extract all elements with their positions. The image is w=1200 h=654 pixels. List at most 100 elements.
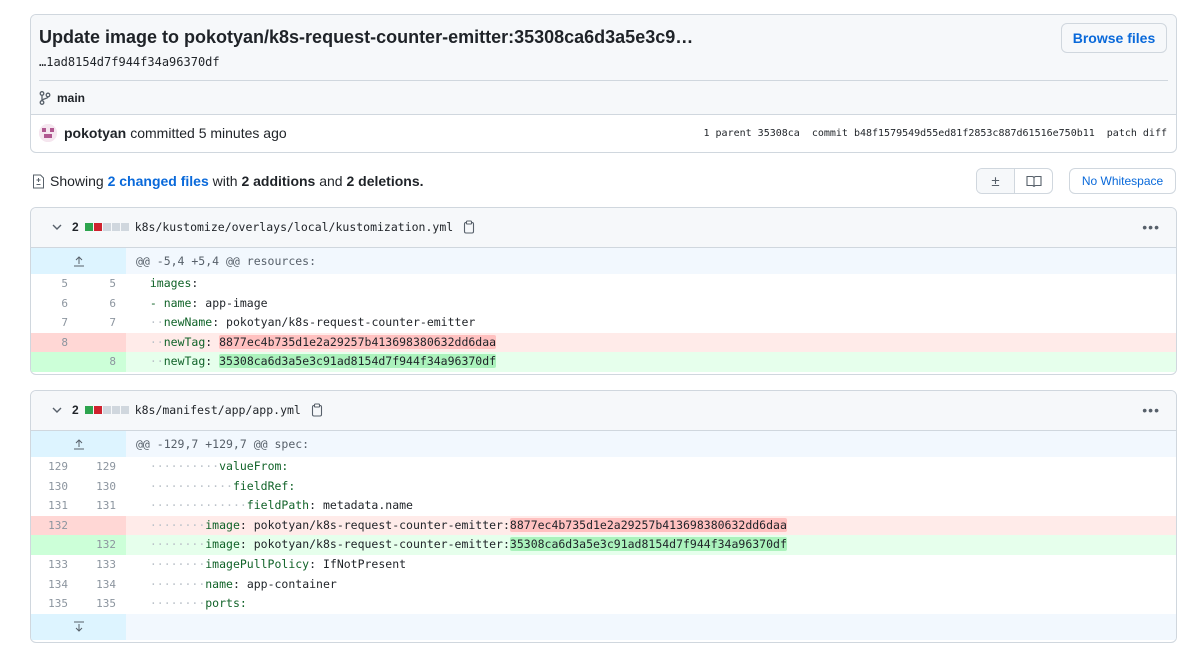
line-number-old[interactable]: 8	[31, 332, 78, 353]
diff-line-deletion: 8 ··newTag: 8877ec4b735d1e2a29257b413698…	[31, 332, 1176, 353]
copy-icon[interactable]	[463, 220, 475, 234]
yaml-key: image	[205, 517, 240, 532]
line-number-old[interactable]	[31, 535, 78, 555]
line-number-old[interactable]: 131	[31, 496, 78, 516]
line-code: ········name: app-container	[149, 576, 337, 591]
diff-line: 7 7 ··newName: pokotyan/k8s-request-coun…	[31, 313, 1176, 333]
patch-diff-link[interactable]: patch diff	[1107, 128, 1167, 139]
summary-showing: Showing	[50, 173, 104, 189]
diff-line-deletion: 132 ········image: pokotyan/k8s-request-…	[31, 515, 1176, 536]
line-number-old[interactable]: 130	[31, 477, 78, 497]
file-diff: 2 k8s/manifest/app/app.yml ••• @@ -129,7…	[30, 390, 1177, 643]
line-code: ········image: pokotyan/k8s-request-coun…	[126, 535, 1176, 555]
diff-line-addition: 132 ········image: pokotyan/k8s-request-…	[31, 535, 1176, 555]
yaml-value: 35308ca6d3a5e3c91ad8154d7f944f34a96370df	[219, 354, 497, 369]
book-split-icon[interactable]	[1015, 169, 1052, 193]
commit-sha: commit b48f1579549d55ed81f2853c887d61516…	[811, 128, 1095, 139]
line-number-new[interactable]: 130	[78, 477, 126, 497]
yaml-key: newTag	[163, 334, 206, 349]
hunk-header: @@ -5,4 +5,4 @@ resources:	[31, 248, 1176, 274]
line-number-old[interactable]: 5	[31, 274, 78, 294]
diff-line: 134 134 ········name: app-container	[31, 575, 1176, 595]
line-number-old[interactable]	[31, 352, 78, 372]
parent-link[interactable]: 1 parent 35308ca	[703, 128, 799, 139]
expand-up-icon[interactable]	[31, 248, 126, 274]
yaml-key: newName	[163, 315, 213, 330]
branch-label[interactable]: main	[39, 91, 85, 105]
line-number-new[interactable]: 7	[78, 313, 126, 333]
expand-up-icon[interactable]	[31, 431, 126, 457]
chevron-down-icon[interactable]	[51, 221, 63, 233]
line-code: ··newTag: 8877ec4b735d1e2a29257b41369838…	[126, 332, 1176, 353]
kebab-menu-icon[interactable]: •••	[1142, 219, 1160, 235]
yaml-key: images	[149, 276, 192, 290]
yaml-value-highlight: 35308ca6d3a5e3c91ad8154d7f944f34a96370df	[509, 537, 787, 552]
changes-count: 2	[72, 220, 79, 234]
kebab-menu-icon[interactable]: •••	[1142, 402, 1160, 418]
yaml-key: imagePullPolicy	[205, 556, 310, 571]
line-code: - name: app-image	[126, 294, 1176, 314]
line-number-old[interactable]: 133	[31, 555, 78, 575]
yaml-value: 8877ec4b735d1e2a29257b413698380632dd6daa	[219, 334, 497, 349]
line-number-new[interactable]: 129	[78, 457, 126, 477]
line-number-old[interactable]: 129	[31, 457, 78, 477]
divider	[39, 80, 1168, 81]
diff-line: 131 131 ··············fieldPath: metadat…	[31, 496, 1176, 516]
diff-line-addition: 8 ··newTag: 35308ca6d3a5e3c91ad8154d7f94…	[31, 352, 1176, 372]
yaml-sep: :	[191, 295, 206, 310]
line-number-new[interactable]	[78, 332, 126, 353]
hunk-header: @@ -129,7 +129,7 @@ spec:	[31, 431, 1176, 457]
expand-down-icon[interactable]	[31, 614, 126, 640]
line-number-new[interactable]: 132	[78, 535, 126, 555]
yaml-value: pokotyan/k8s-request-counter-emitter:	[253, 517, 510, 532]
author-name[interactable]: pokotyan	[64, 125, 126, 141]
yaml-sep: :	[205, 354, 220, 369]
yaml-key: image	[205, 537, 240, 552]
changed-files-link[interactable]: 2 changed files	[108, 173, 209, 189]
line-number-old[interactable]: 134	[31, 575, 78, 595]
diff-line: 5 5 images:	[31, 274, 1176, 294]
file-path[interactable]: k8s/manifest/app/app.yml	[135, 403, 301, 417]
file-header: 2 k8s/manifest/app/app.yml •••	[31, 391, 1176, 431]
yaml-key: - name	[149, 295, 192, 310]
line-number-new[interactable]	[78, 515, 126, 536]
line-number-old[interactable]: 6	[31, 294, 78, 314]
line-number-new[interactable]: 135	[78, 594, 126, 614]
file-path[interactable]: k8s/kustomize/overlays/local/kustomizati…	[135, 220, 454, 234]
line-number-new[interactable]: 8	[78, 352, 126, 372]
additions-count: 2 additions	[241, 173, 316, 189]
line-number-old[interactable]: 7	[31, 313, 78, 333]
diffstat	[84, 406, 129, 414]
commit-time: committed 5 minutes ago	[130, 125, 287, 141]
browse-files-button[interactable]: Browse files	[1061, 23, 1167, 53]
yaml-value: metadata.name	[322, 498, 413, 513]
yaml-value: IfNotPresent	[322, 556, 407, 571]
line-number-old[interactable]: 132	[31, 515, 78, 536]
hunk-text: @@ -5,4 +5,4 @@ resources:	[126, 248, 1176, 274]
line-code: ··········valueFrom:	[149, 459, 289, 473]
no-whitespace-button[interactable]: No Whitespace	[1069, 168, 1176, 194]
yaml-key: fieldRef:	[232, 478, 296, 493]
diff-summary: Showing 2 changed files with 2 additions…	[32, 173, 424, 189]
yaml-value: app-image	[205, 295, 268, 310]
line-number-new[interactable]: 5	[78, 274, 126, 294]
line-code: ········imagePullPolicy: IfNotPresent	[149, 556, 407, 571]
commit-author: pokotyan committed 5 minutes ago	[39, 124, 287, 142]
diff-view-toggle: ±	[976, 168, 1053, 194]
line-code: ··············fieldPath: metadata.name	[149, 498, 413, 513]
copy-icon[interactable]	[311, 403, 323, 417]
line-number-new[interactable]: 131	[78, 496, 126, 516]
file-header: 2 k8s/kustomize/overlays/local/kustomiza…	[31, 208, 1176, 248]
yaml-value: app-container	[246, 576, 337, 591]
chevron-down-icon[interactable]	[51, 404, 63, 416]
diff-unified-icon[interactable]: ±	[977, 169, 1015, 193]
line-number-old[interactable]: 135	[31, 594, 78, 614]
line-number-new[interactable]: 6	[78, 294, 126, 314]
summary-and: and	[319, 173, 343, 189]
line-number-new[interactable]: 134	[78, 575, 126, 595]
commit-title: Update image to pokotyan/k8s-request-cou…	[39, 27, 694, 47]
line-code: ········ports:	[149, 596, 247, 611]
avatar[interactable]	[39, 124, 57, 142]
yaml-key: newTag	[163, 354, 206, 369]
line-number-new[interactable]: 133	[78, 555, 126, 575]
